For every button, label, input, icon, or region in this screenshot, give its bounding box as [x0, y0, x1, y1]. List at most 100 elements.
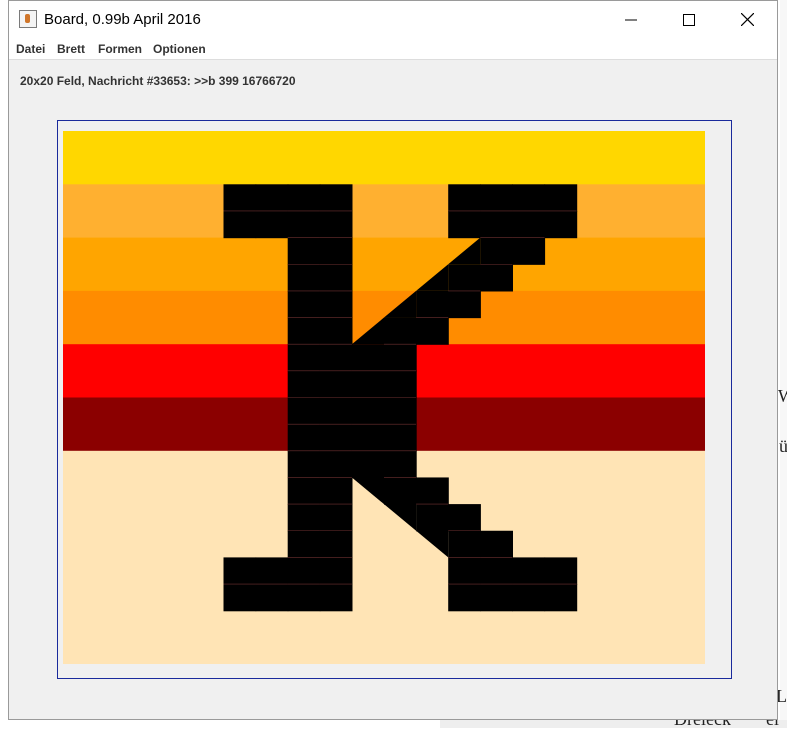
background-window-strip	[780, 0, 787, 728]
board-band	[63, 237, 705, 292]
board-cell	[416, 504, 449, 532]
board-cell	[287, 557, 321, 585]
board-cell	[255, 584, 289, 612]
board-cell	[319, 317, 353, 345]
title-bar[interactable]: Board, 0.99b April 2016	[9, 1, 777, 38]
board-cell	[223, 584, 257, 612]
board-cell	[255, 557, 289, 585]
board-cell	[351, 397, 385, 425]
board-cell	[287, 264, 321, 292]
board-cell	[351, 424, 385, 452]
board-cell	[287, 584, 321, 612]
window-title: Board, 0.99b April 2016	[44, 11, 201, 28]
menu-brett[interactable]: Brett	[57, 42, 85, 56]
board-cell	[287, 424, 321, 452]
board-cell	[512, 557, 546, 585]
minimize-icon	[625, 19, 637, 20]
board-cell	[223, 184, 257, 212]
board-cell	[512, 584, 546, 612]
background-text-fragment: W	[778, 386, 787, 406]
board-cell	[319, 237, 353, 265]
board-cell	[448, 264, 481, 292]
board-cell	[287, 290, 321, 319]
board-cell	[319, 557, 353, 585]
board-cell	[448, 504, 481, 532]
board-cell	[319, 344, 353, 372]
menu-datei[interactable]: Datei	[16, 42, 45, 56]
board-cell	[319, 264, 353, 292]
board-cell	[319, 504, 353, 532]
board-cell	[319, 424, 353, 452]
board-canvas[interactable]	[63, 131, 705, 664]
board-cell	[512, 237, 546, 265]
board-cell	[384, 397, 417, 425]
minimize-button[interactable]	[608, 1, 654, 38]
board-cell	[287, 184, 321, 212]
board-cell	[480, 184, 513, 212]
maximize-icon	[683, 13, 695, 26]
menu-formen[interactable]: Formen	[98, 42, 142, 56]
menu-bar: Datei Brett Formen Optionen	[9, 38, 777, 60]
board-cell	[480, 237, 513, 265]
board-cell	[287, 210, 321, 239]
board-cell	[384, 424, 417, 452]
board-cell	[255, 210, 289, 239]
board-cell	[255, 184, 289, 212]
board-cell	[480, 557, 513, 585]
board-cell	[544, 210, 578, 239]
board-cell	[319, 210, 353, 239]
board-cell	[319, 370, 353, 399]
board-cell	[384, 370, 417, 399]
board-cell	[319, 290, 353, 319]
board-cell	[448, 184, 481, 212]
board-cell	[319, 397, 353, 425]
board-band	[63, 184, 705, 239]
board-cell	[384, 450, 417, 479]
board-cell	[287, 450, 321, 479]
board-cell	[512, 184, 546, 212]
board-cell	[351, 344, 385, 372]
board-cell	[351, 450, 385, 479]
board-cell	[480, 210, 513, 239]
board-cell	[384, 477, 417, 505]
board-cell	[223, 210, 257, 239]
board-cell	[287, 237, 321, 265]
board-cell	[319, 477, 353, 505]
maximize-button[interactable]	[666, 1, 712, 38]
board-cell	[384, 344, 417, 372]
board-cell	[512, 210, 546, 239]
board-cell	[416, 477, 449, 505]
board-cell	[319, 530, 353, 558]
board-cell	[416, 290, 449, 319]
board-cell	[384, 317, 417, 345]
board-cell	[287, 477, 321, 505]
board-cell	[448, 290, 481, 319]
board-cell	[480, 264, 513, 292]
close-button[interactable]	[724, 1, 770, 38]
board-cell	[448, 557, 481, 585]
board-cell	[351, 370, 385, 399]
board-cell	[287, 370, 321, 399]
status-message: 20x20 Feld, Nachricht #33653: >>b 399 16…	[20, 74, 296, 88]
board-cell	[287, 530, 321, 558]
java-app-icon	[19, 10, 37, 28]
board-cell	[287, 317, 321, 345]
close-icon	[740, 13, 754, 26]
board-band	[63, 131, 705, 185]
board-cell	[544, 584, 578, 612]
board-cell	[287, 344, 321, 372]
board-cell	[319, 584, 353, 612]
board-cell	[480, 584, 513, 612]
board-cell	[287, 397, 321, 425]
board-cell	[544, 184, 578, 212]
board-cell	[287, 504, 321, 532]
board-cell	[544, 557, 578, 585]
background-text-fragment: ü	[779, 436, 787, 456]
board-cell	[448, 584, 481, 612]
menu-optionen[interactable]: Optionen	[153, 42, 206, 56]
background-window-bottom	[440, 720, 787, 728]
board-cell	[223, 557, 257, 585]
board-cell	[319, 184, 353, 212]
board-cell	[416, 317, 449, 345]
board-cell	[480, 530, 513, 558]
